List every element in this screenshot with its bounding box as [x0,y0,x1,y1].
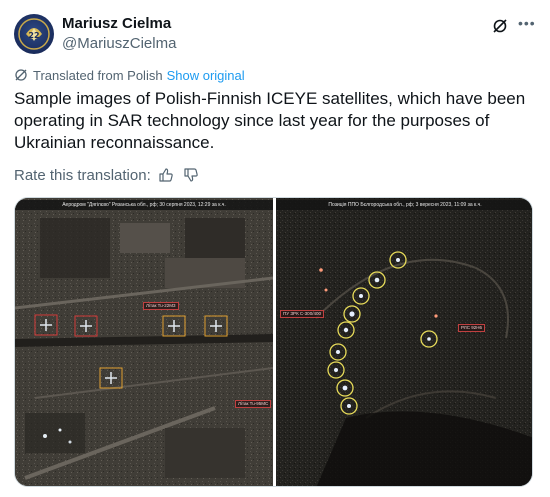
tweet-text: Sample images of Polish-Finnish ICEYE sa… [14,89,526,152]
satellite-image-right-graphic [276,198,532,486]
rate-label: Rate this translation: [14,166,151,184]
show-original-link[interactable]: Show original [167,68,245,83]
grok-icon[interactable] [492,18,508,34]
annotation-tag: ПУ ЗРК С-300/400 [280,310,324,318]
svg-text:22: 22 [28,31,39,40]
tweet-header: 22 Mariusz Cielma @MariuszCielma ••• [14,14,536,54]
satellite-caption-left: Аеродром "Дягілєво" Рязанська обл., рф; … [15,200,273,210]
satellite-image-left-graphic [15,198,273,486]
rate-translation: Rate this translation: [14,166,199,184]
satellite-image-airfield[interactable]: Аеродром "Дягілєво" Рязанська обл., рф; … [15,198,273,486]
satellite-caption-right: Позиція ППО Бєлгородська обл., рф; 3 вер… [276,200,532,210]
annotation-tag: Літак Tu-95МС [235,400,272,408]
annotation-tag: РЛС 92Н6 [458,324,485,332]
avatar-emblem-icon: 22 [18,18,50,50]
more-dots-icon[interactable]: ••• [518,15,536,33]
thumbs-up-icon[interactable] [158,167,174,183]
translation-notice: Translated from Polish Show original [14,67,245,83]
translated-label: Translated from Polish [33,67,163,83]
thumbs-down-icon[interactable] [183,167,199,183]
handle[interactable]: @MariuszCielma [62,35,176,52]
satellite-image-air-defense[interactable]: Позиція ППО Бєлгородська обл., рф; 3 вер… [276,198,532,486]
media-container[interactable]: Аеродром "Дягілєво" Рязанська обл., рф; … [14,197,533,487]
display-name[interactable]: Mariusz Cielma [62,15,171,32]
translate-icon [15,69,27,81]
avatar[interactable]: 22 [14,14,54,54]
annotation-tag: Літак Tu-22М3 [143,302,179,310]
